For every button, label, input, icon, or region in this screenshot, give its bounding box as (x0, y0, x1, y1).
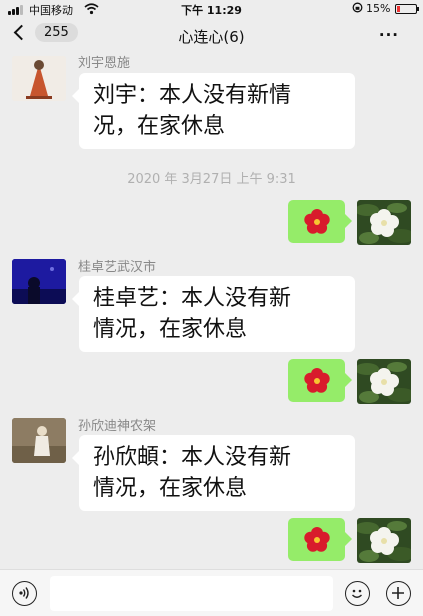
message-timestamp: 2020 年 3月27日 上午 9:31 (127, 172, 296, 187)
message-text-line: 况，在家休息 (93, 114, 226, 139)
red-flower-icon (303, 526, 330, 552)
message-bubble[interactable]: 桂卓艺：本人没有新 情况，在家休息 (72, 276, 355, 352)
my-avatar[interactable] (357, 200, 411, 245)
more-options-button[interactable]: ··· (379, 26, 399, 44)
my-avatar[interactable] (357, 359, 411, 404)
battery-icon (395, 4, 419, 14)
status-bar: 中国移动 下午 11:29 15% (0, 0, 423, 18)
chat-header: 255 心连心(6) ··· (0, 18, 423, 52)
message-bubble[interactable]: 孙欣頔：本人没有新 情况，在家休息 (72, 435, 355, 511)
emoji-icon (352, 589, 362, 598)
message-text-line: 桂卓艺：本人没有新 (93, 286, 292, 311)
avatar[interactable] (12, 56, 66, 101)
sender-name: 桂卓艺武汉市 (78, 260, 157, 275)
message-bubble[interactable]: 刘宇：本人没有新情 况，在家休息 (72, 73, 355, 149)
red-flower-icon (303, 208, 330, 234)
emoji-button[interactable] (345, 581, 370, 606)
battery-percent: 15% (366, 2, 391, 15)
chat-title: 心连心(6) (178, 28, 245, 46)
avatar[interactable] (12, 259, 66, 304)
message-text-line: 刘宇：本人没有新情 (93, 83, 292, 108)
sender-name: 刘宇恩施 (78, 56, 131, 71)
rotation-lock-icon (352, 2, 363, 16)
sender-name: 孙欣迪神农架 (78, 419, 157, 434)
voice-button[interactable] (12, 581, 37, 606)
input-bar (0, 569, 423, 616)
red-flower-icon (303, 367, 330, 393)
sticker-message[interactable] (288, 518, 352, 561)
message-text-line: 情况，在家休息 (93, 317, 248, 342)
avatar[interactable] (12, 418, 66, 463)
voice-icon (19, 587, 29, 599)
sticker-message[interactable] (288, 359, 352, 402)
sticker-message[interactable] (288, 200, 352, 243)
message-text-line: 孙欣頔：本人没有新 (93, 445, 292, 470)
plus-button[interactable] (386, 581, 411, 606)
plus-icon (392, 587, 404, 599)
message-text-line: 情况，在家休息 (93, 476, 248, 501)
message-input[interactable] (50, 576, 333, 611)
my-avatar[interactable] (357, 518, 411, 563)
